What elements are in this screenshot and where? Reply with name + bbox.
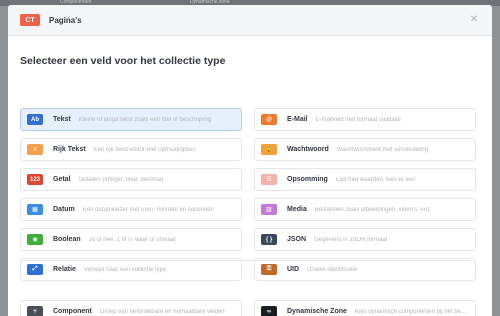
field-type-component[interactable]: ⑂ Component Groep van herbruikbare en herh… — [20, 300, 242, 316]
relatie-icon: ⤢ — [27, 264, 43, 275]
field-type-e-mail[interactable]: @ E-Mail E-mailveld met formaat validatie — [254, 108, 476, 131]
field-type-description: Kies dynamisch componenten bij het be... — [354, 308, 466, 315]
field-type-description: Bestanden zoals afbeeldingen, video's, e… — [314, 206, 431, 213]
field-type-description: Unieke identificatie — [307, 266, 358, 273]
rijk-tekst-icon: ≡ — [27, 144, 43, 155]
wachtwoord-icon: 🔒 — [261, 144, 277, 155]
field-type-name: Tekst — [53, 116, 71, 123]
field-type-rijk-tekst[interactable]: ≡ Rijk Tekst Een rijk tekst-editor met opm… — [20, 138, 242, 161]
field-type-name: Getal — [53, 176, 71, 183]
field-type-description: Verwijst naar een collectie type — [83, 266, 167, 273]
tekst-icon: Ab — [27, 114, 43, 125]
field-type-wachtwoord[interactable]: 🔒 Wachtwoord Wachtwoordveld met versleutel… — [254, 138, 476, 161]
field-type-json[interactable]: { } JSON Gegevens in JSON formaat — [254, 228, 476, 251]
field-type-description: Lijst met waarden, kies er een — [335, 176, 416, 183]
field-type-description: Groep van herbruikbare en herhaalbare ve… — [99, 308, 225, 315]
field-type-relatie[interactable]: ⤢ Relatie Verwijst naar een collectie type — [20, 258, 242, 281]
field-type-uid[interactable]: ⚿ UID Unieke identificatie — [254, 258, 476, 281]
field-type-description: E-mailveld met formaat validatie — [315, 116, 401, 123]
field-type-datum[interactable]: ▦ Datum Een datumkiezer met uren, minuten … — [20, 198, 242, 221]
field-type-boolean[interactable]: ◉ Boolean Ja of nee, 1 of 0, waar of onwaa… — [20, 228, 242, 251]
content-type-badge: CT — [20, 14, 40, 26]
e-mail-icon: @ — [261, 114, 277, 125]
field-type-name: Boolean — [53, 236, 81, 243]
field-type-description: Gegevens in JSON formaat — [314, 236, 388, 243]
field-type-description: Kleine of lange tekst zoals een titel of… — [78, 116, 212, 123]
field-type-name: JSON — [287, 236, 307, 243]
modal-title: Pagina's — [49, 15, 82, 25]
field-type-opsomming[interactable]: ☰ Opsomming Lijst met waarden, kies er een — [254, 168, 476, 191]
field-type-tekst[interactable]: Ab Tekst Kleine of lange tekst zoals een t… — [20, 108, 242, 131]
field-type-name: Wachtwoord — [287, 146, 329, 153]
field-type-name: Rijk Tekst — [53, 146, 86, 153]
modal-header: CT Pagina's ✕ — [8, 5, 492, 36]
field-type-name: Opsomming — [287, 176, 328, 183]
field-type-description: Een datumkiezer met uren, minuten en sec… — [82, 206, 214, 213]
field-type-description: Wachtwoordveld met versleuteling — [336, 146, 428, 153]
boolean-icon: ◉ — [27, 234, 43, 245]
field-type-name: Datum — [53, 206, 75, 213]
field-type-name: UID — [287, 266, 300, 273]
field-type-name: Component — [53, 308, 92, 315]
json-icon: { } — [261, 234, 277, 245]
field-type-modal: CT Pagina's ✕ Selecteer een veld voor he… — [8, 5, 492, 316]
datum-icon: ▦ — [27, 204, 43, 215]
close-icon[interactable]: ✕ — [468, 14, 480, 26]
field-type-description: Ja of nee, 1 of 0, waar of onwaar — [88, 236, 177, 243]
divider — [20, 260, 471, 261]
field-type-name: Media — [287, 206, 307, 213]
media-icon: ▨ — [261, 204, 277, 215]
component-icon: ⑂ — [27, 306, 43, 316]
section-title: Selecteer een veld voor het collectie ty… — [20, 55, 226, 67]
uid-icon: ⚿ — [261, 264, 277, 275]
opsomming-icon: ☰ — [261, 174, 277, 185]
field-type-getal[interactable]: 123 Getal Getallen (integer, float, decima… — [20, 168, 242, 191]
field-type-name: Dynamische Zone — [287, 308, 347, 315]
field-type-description: Een rijk tekst-editor met opmaakopties — [93, 146, 196, 153]
getal-icon: 123 — [27, 174, 43, 185]
dynamische-zone-icon: ∞ — [261, 306, 277, 316]
field-type-dynamische-zone[interactable]: ∞ Dynamische Zone Kies dynamisch component… — [254, 300, 476, 316]
field-type-name: Relatie — [53, 266, 76, 273]
field-type-name: E-Mail — [287, 116, 308, 123]
field-type-media[interactable]: ▨ Media Bestanden zoals afbeeldingen, vide… — [254, 198, 476, 221]
field-type-description: Getallen (integer, float, decimal) — [78, 176, 164, 183]
